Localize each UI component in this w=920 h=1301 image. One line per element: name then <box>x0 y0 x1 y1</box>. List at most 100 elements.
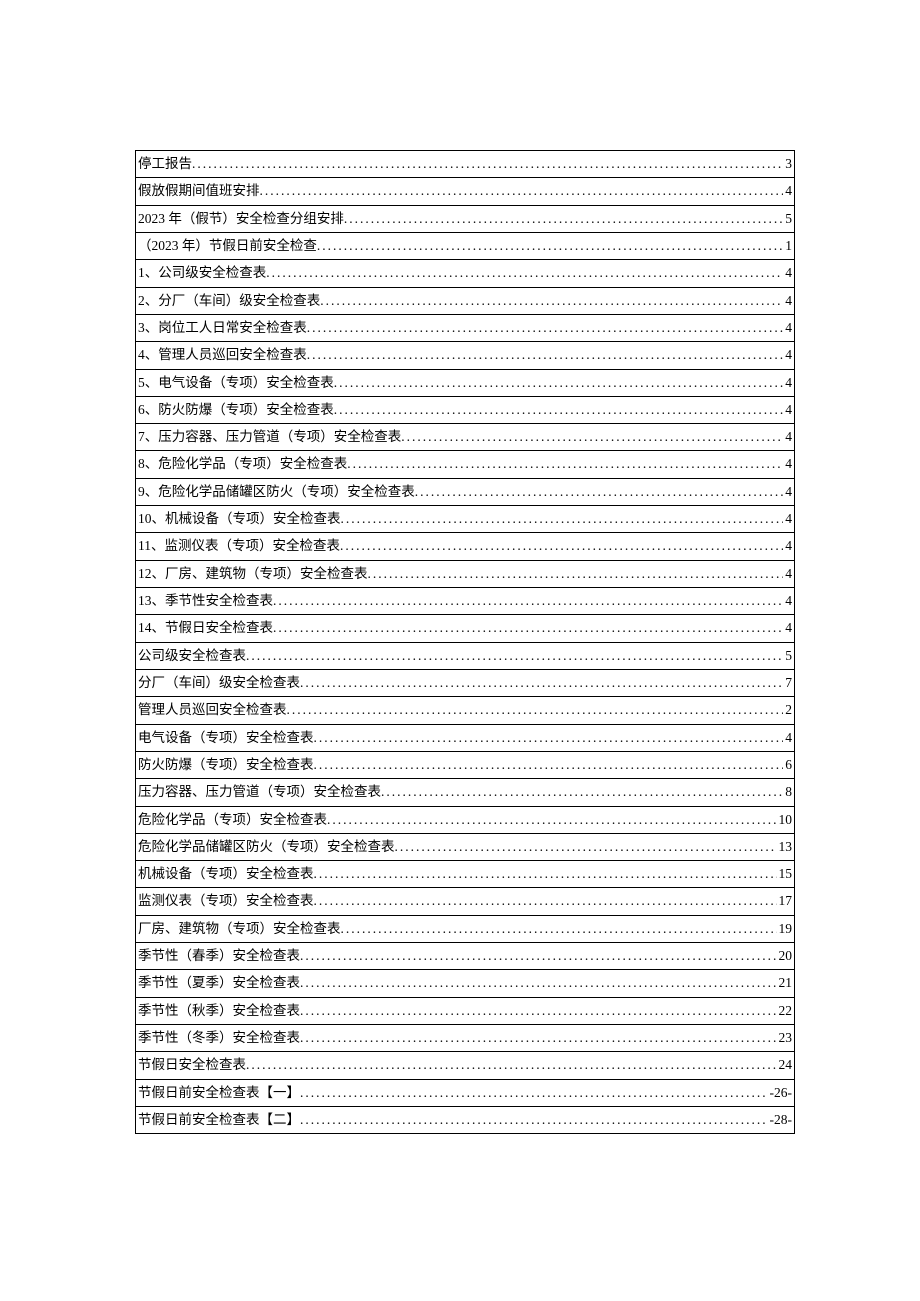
toc-entry-page: 4 <box>783 424 792 450</box>
toc-entry-page: 19 <box>777 916 793 942</box>
toc-entry-page: 15 <box>777 861 793 887</box>
toc-leader-dots <box>307 315 784 341</box>
toc-entry: 5、电气设备（专项）安全检查表4 <box>136 370 794 397</box>
toc-leader-dots <box>273 615 783 641</box>
toc-leader-dots <box>368 561 784 587</box>
toc-entry-title: 季节性（春季）安全检查表 <box>138 943 300 969</box>
toc-entry: 分厂（车间）级安全检查表7 <box>136 670 794 697</box>
toc-entry: 防火防爆（专项）安全检查表 6 <box>136 752 794 779</box>
toc-leader-dots <box>395 834 777 860</box>
toc-entry: 停工报告3 <box>136 151 794 178</box>
toc-entry-title: 季节性（秋季）安全检查表 <box>138 998 300 1024</box>
toc-entry-page: 6 <box>783 752 792 778</box>
toc-entry-title: 防火防爆（专项）安全检查表 <box>138 752 314 778</box>
toc-leader-dots <box>314 752 784 778</box>
toc-entry-page: 4 <box>783 288 792 314</box>
toc-leader-dots <box>273 588 783 614</box>
toc-leader-dots <box>300 998 777 1024</box>
toc-leader-dots <box>334 370 784 396</box>
toc-entry-title: 假放假期间值班安排 <box>138 178 260 204</box>
toc-entry-page: 5 <box>783 206 792 232</box>
toc-entry-title: 2、分厂（车间）级安全检查表 <box>138 288 320 314</box>
toc-leader-dots <box>415 479 784 505</box>
toc-leader-dots <box>246 1052 777 1078</box>
toc-leader-dots <box>307 342 784 368</box>
toc-entry: 节假日前安全检查表【二】-28- <box>136 1107 794 1133</box>
toc-entry: 13、季节性安全检查表 4 <box>136 588 794 615</box>
toc-entry-title: 厂房、建筑物（专项）安全检查表 <box>138 916 341 942</box>
toc-entry-page: 4 <box>783 506 792 532</box>
toc-entry-title: 3、岗位工人日常安全检查表 <box>138 315 307 341</box>
toc-entry: 6、防火防爆（专项）安全检查表4 <box>136 397 794 424</box>
toc-entry-title: 9、危险化学品储罐区防火（专项）安全检查表 <box>138 479 415 505</box>
toc-leader-dots <box>381 779 783 805</box>
toc-leader-dots <box>192 151 783 177</box>
toc-entry-page: 13 <box>777 834 793 860</box>
toc-entry-page: 4 <box>783 561 792 587</box>
table-of-contents: 停工报告3假放假期间值班安排42023 年（假节）安全检查分组安排5（2023 … <box>135 150 795 1134</box>
toc-entry: 厂房、建筑物（专项）安全检查表 19 <box>136 916 794 943</box>
toc-entry: 电气设备（专项）安全检查表 4 <box>136 725 794 752</box>
toc-entry-title: 7、压力容器、压力管道（专项）安全检查表 <box>138 424 401 450</box>
toc-leader-dots <box>266 260 783 286</box>
toc-entry-page: 4 <box>783 178 792 204</box>
toc-entry-title: 4、管理人员巡回安全检查表 <box>138 342 307 368</box>
toc-entry: 1、公司级安全检查表 4 <box>136 260 794 287</box>
toc-leader-dots <box>347 451 783 477</box>
toc-entry: 9、危险化学品储罐区防火（专项）安全检查表 4 <box>136 479 794 506</box>
toc-entry: 监测仪表（专项）安全检查表17 <box>136 888 794 915</box>
toc-entry: 3、岗位工人日常安全检查表4 <box>136 315 794 342</box>
toc-entry-title: 13、季节性安全检查表 <box>138 588 273 614</box>
toc-leader-dots <box>320 288 783 314</box>
toc-entry-title: 机械设备（专项）安全检查表 <box>138 861 314 887</box>
toc-entry: 11、监测仪表（专项）安全检查表4 <box>136 533 794 560</box>
toc-leader-dots <box>317 233 783 259</box>
toc-leader-dots <box>246 643 783 669</box>
toc-entry-page: 4 <box>783 342 792 368</box>
toc-leader-dots <box>327 807 777 833</box>
toc-leader-dots <box>300 943 777 969</box>
toc-entry-page: 1 <box>783 233 792 259</box>
toc-entry: 14、节假日安全检查表4 <box>136 615 794 642</box>
toc-entry: 节假日安全检查表 24 <box>136 1052 794 1079</box>
toc-entry-page: 4 <box>783 725 792 751</box>
toc-entry-title: 1、公司级安全检查表 <box>138 260 266 286</box>
toc-entry-page: 4 <box>783 260 792 286</box>
toc-entry-title: 危险化学品储罐区防火（专项）安全检查表 <box>138 834 395 860</box>
toc-entry-title: 12、厂房、建筑物（专项）安全检查表 <box>138 561 368 587</box>
toc-entry-title: 11、监测仪表（专项）安全检查表 <box>138 533 340 559</box>
toc-entry-title: 电气设备（专项）安全检查表 <box>138 725 314 751</box>
toc-entry-title: 管理人员巡回安全检查表 <box>138 697 287 723</box>
toc-leader-dots <box>341 506 784 532</box>
toc-entry: 机械设备（专项）安全检查表 15 <box>136 861 794 888</box>
toc-entry: 7、压力容器、压力管道（专项）安全检查表 4 <box>136 424 794 451</box>
toc-entry: 季节性（秋季）安全检查表22 <box>136 998 794 1025</box>
toc-entry-title: 14、节假日安全检查表 <box>138 615 273 641</box>
toc-entry-title: 节假日前安全检查表【一】 <box>138 1080 300 1106</box>
toc-leader-dots <box>341 916 777 942</box>
toc-entry: 季节性（夏季）安全检查表21 <box>136 970 794 997</box>
toc-entry-title: 危险化学品（专项）安全检查表 <box>138 807 327 833</box>
toc-entry-page: 4 <box>783 370 792 396</box>
toc-entry: 公司级安全检查表5 <box>136 643 794 670</box>
toc-leader-dots <box>300 970 777 996</box>
toc-entry: 压力容器、压力管道（专项）安全检查表8 <box>136 779 794 806</box>
toc-leader-dots <box>314 888 777 914</box>
toc-entry-page: 7 <box>783 670 792 696</box>
toc-entry-page: 20 <box>777 943 793 969</box>
toc-entry: 2、分厂（车间）级安全检查表 4 <box>136 288 794 315</box>
toc-entry: 4、管理人员巡回安全检查表 4 <box>136 342 794 369</box>
toc-entry: （2023 年）节假日前安全检查1 <box>136 233 794 260</box>
toc-leader-dots <box>314 725 784 751</box>
toc-entry-page: 4 <box>783 451 792 477</box>
toc-entry: 2023 年（假节）安全检查分组安排5 <box>136 206 794 233</box>
toc-entry-page: 17 <box>777 888 793 914</box>
toc-entry: 危险化学品储罐区防火（专项）安全检查表 13 <box>136 834 794 861</box>
toc-entry-page: 2 <box>783 697 792 723</box>
toc-entry-page: 24 <box>777 1052 793 1078</box>
toc-entry-page: 4 <box>783 588 792 614</box>
toc-entry-page: 4 <box>783 479 792 505</box>
toc-leader-dots <box>300 1025 777 1051</box>
toc-entry: 管理人员巡回安全检查表 2 <box>136 697 794 724</box>
toc-entry-title: 节假日安全检查表 <box>138 1052 246 1078</box>
